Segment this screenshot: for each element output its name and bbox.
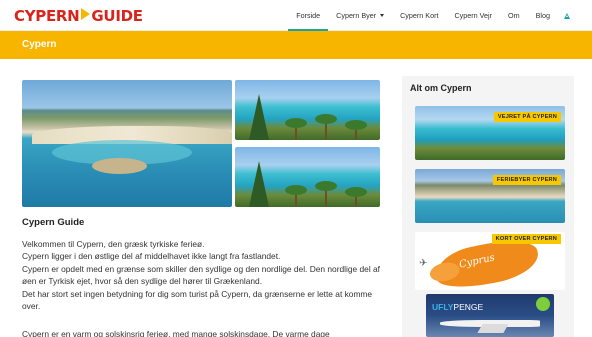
content-heading: Cypern Guide [22, 217, 85, 228]
airplane-icon [440, 320, 540, 327]
ad-brand-a: UFLY [432, 302, 454, 312]
badge-icon [536, 297, 550, 311]
ad-uflypenge[interactable]: UFLYPENGE [426, 294, 554, 337]
airplane-icon: ✈ [419, 258, 428, 269]
nav-label: Cypern Kort [400, 11, 439, 20]
card-tag: VEJRET PÅ CYPERN [493, 112, 561, 122]
logo-text-left: CYPERN [14, 7, 80, 25]
main-nav: Forside Cypern Byer Cypern Kort Cypern V… [288, 0, 570, 31]
palm-shape [345, 187, 367, 207]
photo-islet [92, 158, 147, 174]
logo-arrow-icon [81, 8, 91, 20]
intro-line: Cypern ligger i den østlige del af midde… [22, 251, 281, 262]
intro-line: Velkommen til Cypern, den græsk tyrkiske… [22, 239, 205, 249]
nav-label: Om [508, 11, 520, 20]
nav-label: Forside [296, 11, 321, 20]
card-kort-over-cypern[interactable]: Cyprus ✈ KORT OVER CYPERN [415, 232, 565, 290]
palm-shape [315, 181, 337, 207]
page-title: Cypern [22, 39, 57, 50]
photo-coast-top[interactable] [235, 80, 380, 140]
nav-item-blog[interactable]: Blog [528, 0, 558, 31]
nav-label: Blog [535, 11, 550, 20]
page-banner: Cypern [0, 31, 592, 59]
sidebar-title: Alt om Cypern [410, 83, 472, 93]
card-feriebyer-cypern[interactable]: FERIEBYER CYPERN [415, 169, 565, 223]
card-vejret-paa-cypern[interactable]: VEJRET PÅ CYPERN [415, 106, 565, 160]
ad-brand: UFLYPENGE [432, 302, 483, 312]
nav-item-forside[interactable]: Forside [288, 0, 329, 31]
intro-text: Velkommen til Cypern, den græsk tyrkiske… [22, 238, 392, 312]
tree-shape [249, 161, 269, 207]
palm-shape [345, 120, 367, 140]
nav-label: Cypern Vejr [454, 11, 493, 20]
second-paragraph: Cypern er en varm og solskinsrig ferieø,… [22, 329, 330, 337]
ad-brand-b: PENGE [453, 302, 484, 312]
photo-coast-bottom[interactable] [235, 147, 380, 207]
card-tag: KORT OVER CYPERN [491, 234, 561, 244]
triangle-icon[interactable] [564, 12, 570, 19]
palm-shape [285, 118, 307, 140]
card-tag: FERIEBYER CYPERN [492, 175, 561, 185]
site-header: CYPERN GUIDE Forside Cypern Byer Cypern K… [0, 0, 592, 31]
tree-shape [249, 94, 269, 140]
site-logo[interactable]: CYPERN GUIDE [14, 7, 143, 25]
intro-line: Cypern er opdelt med en grænse som skill… [22, 263, 381, 287]
sidebar: Alt om Cypern VEJRET PÅ CYPERN FERIEBYER… [402, 76, 574, 337]
hero-photo-beach[interactable] [22, 80, 232, 207]
nav-item-om[interactable]: Om [500, 0, 528, 31]
palm-shape [315, 114, 337, 140]
nav-item-cypern-byer[interactable]: Cypern Byer [328, 0, 392, 31]
logo-text-right: GUIDE [91, 7, 143, 25]
nav-item-cypern-kort[interactable]: Cypern Kort [392, 0, 446, 31]
nav-item-cypern-vejr[interactable]: Cypern Vejr [446, 0, 500, 31]
nav-label: Cypern Byer [336, 11, 377, 20]
chevron-down-icon [380, 14, 385, 17]
intro-line: Det har stort set ingen betydning for di… [22, 288, 373, 312]
palm-shape [285, 185, 307, 207]
